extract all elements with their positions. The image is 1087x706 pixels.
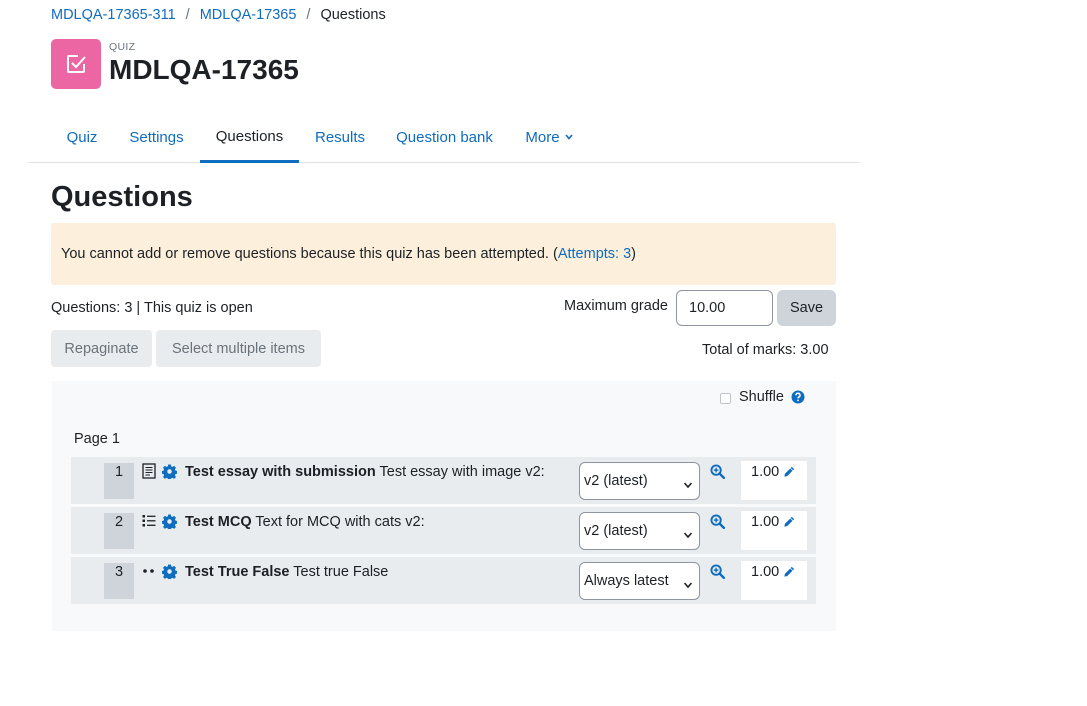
- total-marks: Total of marks: 3.00: [702, 342, 829, 358]
- question-mark-box: 1.00: [741, 511, 807, 550]
- max-grade-label: Maximum grade: [564, 298, 668, 314]
- question-name: Test essay with submission: [185, 464, 376, 480]
- multichoice-icon: [142, 513, 156, 529]
- question-name: Test True False: [185, 564, 290, 580]
- question-name: Test MCQ: [185, 514, 252, 530]
- attempts-warning-alert: You cannot add or remove questions becau…: [51, 223, 836, 285]
- question-number: 3: [104, 563, 134, 599]
- question-mark: 1.00: [751, 464, 780, 480]
- gear-icon[interactable]: [161, 564, 178, 581]
- secondary-navigation: Quiz Settings Questions Results Question…: [29, 112, 859, 163]
- preview-zoom-icon[interactable]: [710, 464, 726, 480]
- gear-icon[interactable]: [161, 464, 178, 481]
- question-number: 1: [104, 463, 134, 499]
- tab-questions[interactable]: Questions: [200, 112, 299, 163]
- question-text: Test True False Test true False: [185, 564, 388, 580]
- select-multiple-button[interactable]: Select multiple items: [156, 330, 321, 367]
- save-button[interactable]: Save: [777, 290, 836, 326]
- question-number: 2: [104, 513, 134, 549]
- repaginate-button[interactable]: Repaginate: [51, 330, 152, 367]
- shuffle-checkbox[interactable]: [720, 393, 731, 404]
- quiz-status-text: Questions: 3 | This quiz is open: [51, 300, 253, 316]
- alert-text: You cannot add or remove questions becau…: [61, 246, 558, 262]
- breadcrumb-course-link[interactable]: MDLQA-17365-311: [51, 7, 176, 23]
- version-select[interactable]: v2 (latest): [579, 462, 700, 500]
- chevron-down-icon: [683, 527, 693, 539]
- tab-quiz[interactable]: Quiz: [67, 112, 98, 163]
- version-select-value: v2 (latest): [584, 523, 648, 539]
- question-mark: 1.00: [751, 514, 780, 530]
- gear-icon[interactable]: [161, 514, 178, 531]
- version-select[interactable]: v2 (latest): [579, 512, 700, 550]
- breadcrumb: MDLQA-17365-311 / MDLQA-17365 / Question…: [51, 6, 386, 24]
- breadcrumb-separator: /: [306, 7, 311, 23]
- question-row: 3 Test True False Test true False Always…: [71, 557, 816, 604]
- shuffle-label: Shuffle: [739, 389, 784, 405]
- version-select-value: Always latest: [584, 573, 669, 589]
- breadcrumb-quiz-link[interactable]: MDLQA-17365: [200, 7, 297, 23]
- essay-icon: [142, 463, 156, 479]
- question-mark-box: 1.00: [741, 561, 807, 600]
- question-description: Test true False: [293, 564, 389, 580]
- pencil-icon[interactable]: [783, 465, 796, 478]
- quiz-checkbox-icon: [51, 39, 101, 89]
- question-description: Text for MCQ with cats v2:: [255, 514, 425, 530]
- page-header: QUIZ MDLQA-17365: [51, 39, 299, 89]
- preview-zoom-icon[interactable]: [710, 514, 726, 530]
- alert-close-paren: ): [631, 246, 637, 262]
- help-icon[interactable]: [791, 390, 805, 404]
- pencil-icon[interactable]: [783, 515, 796, 528]
- chevron-down-icon: [564, 132, 573, 143]
- tab-settings[interactable]: Settings: [129, 112, 184, 163]
- preview-zoom-icon[interactable]: [710, 564, 726, 580]
- version-select-value: v2 (latest): [584, 473, 648, 489]
- page-label: Page 1: [74, 431, 120, 447]
- tab-more[interactable]: More: [524, 112, 574, 163]
- breadcrumb-separator: /: [185, 7, 190, 23]
- question-text: Test MCQ Text for MCQ with cats v2:: [185, 514, 425, 530]
- pencil-icon[interactable]: [783, 565, 796, 578]
- attempts-link[interactable]: Attempts: 3: [558, 246, 631, 262]
- chevron-down-icon: [683, 477, 693, 489]
- question-row: 1 Test essay with submission Test essay …: [71, 457, 816, 504]
- chevron-down-icon: [683, 577, 693, 589]
- question-row: 2 Test MCQ Text for MCQ with cats v2: v2…: [71, 507, 816, 554]
- tab-question-bank[interactable]: Question bank: [396, 112, 493, 163]
- question-mark: 1.00: [751, 564, 780, 580]
- question-description: Test essay with image v2:: [379, 464, 545, 480]
- truefalse-icon: [142, 563, 156, 579]
- section-heading: Questions: [51, 181, 193, 213]
- version-select[interactable]: Always latest: [579, 562, 700, 600]
- tab-more-label: More: [525, 129, 560, 146]
- question-mark-box: 1.00: [741, 461, 807, 500]
- tab-results[interactable]: Results: [315, 112, 365, 163]
- breadcrumb-current: Questions: [320, 7, 386, 23]
- max-grade-input[interactable]: [676, 290, 773, 326]
- page-title: MDLQA-17365: [109, 54, 299, 85]
- question-text: Test essay with submission Test essay wi…: [185, 464, 545, 480]
